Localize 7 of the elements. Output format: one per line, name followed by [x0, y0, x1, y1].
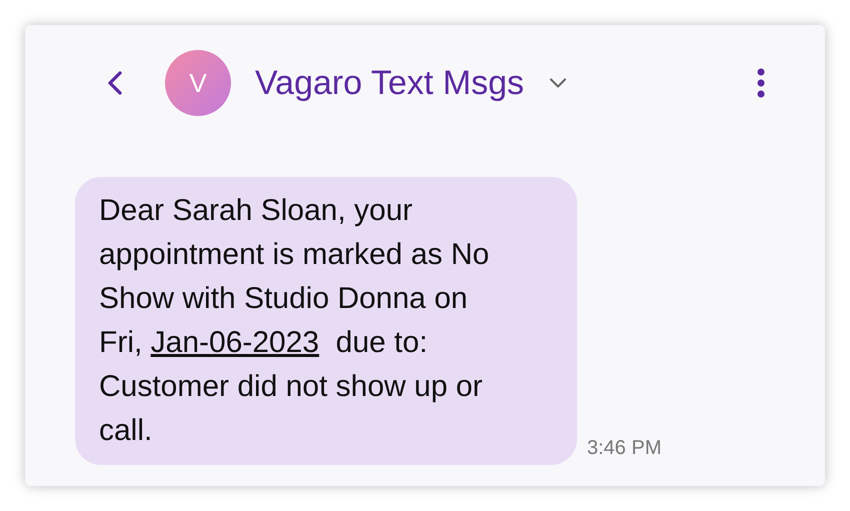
more-options-button[interactable] [757, 68, 765, 98]
date-link[interactable]: Jan-06-2023 [150, 326, 320, 359]
avatar: V [165, 50, 231, 116]
more-options-icon [757, 68, 765, 98]
message-text: Dear Sarah Sloan, your appointment is marked as No Show with Studio Donna on Fri, Jan-06-2023 due to: Customer did not show up or call. [99, 193, 490, 449]
message-time: 3:46 PM [587, 436, 662, 461]
contact-name: Vagaro Text Msgs [255, 62, 524, 104]
